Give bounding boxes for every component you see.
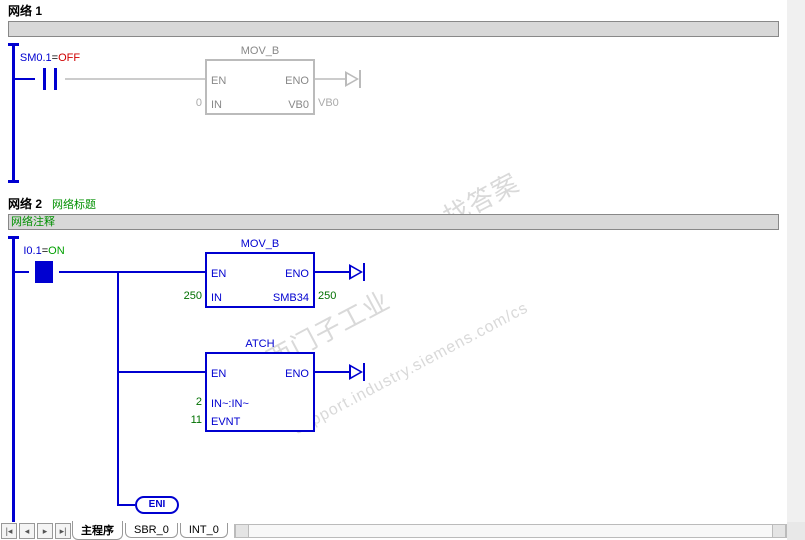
tab-int0[interactable]: INT_0 [180,523,228,538]
wire [315,371,349,373]
port-eno: ENO [285,268,309,280]
tab-nav-last[interactable]: ▸| [55,523,71,539]
scroll-corner [787,522,805,540]
contact-sm0.1[interactable]: SM0.1=OFF [35,68,65,90]
wire-off [65,78,205,80]
tab-nav-prev[interactable]: ◂ [19,523,35,539]
wire [117,504,135,506]
port-eno: ENO [285,368,309,380]
param-out: 250 [318,290,348,302]
block-mov-b[interactable]: MOV_B EN ENO IN VB0 [205,59,315,115]
port-en: EN [211,268,226,280]
port-eno: ENO [285,75,309,87]
param-out: VB0 [318,97,348,109]
port-in: IN [211,99,222,111]
ladder-editor[interactable]: 找答案 西门子工业 support.industry.siemens.com/c… [0,0,805,540]
tab-nav-next[interactable]: ▸ [37,523,53,539]
pou-tabs: |◂ ◂ ▸ ▸| 主程序 SBR_0 INT_0 [0,522,787,540]
vertical-scrollbar[interactable] [787,0,805,522]
port-en: EN [211,368,226,380]
wire [117,271,205,273]
left-rail [12,236,15,536]
arrow-stop [363,263,365,281]
arrow-stop [363,363,365,381]
port-out: VB0 [288,99,309,111]
wire [117,371,205,373]
port-int: IN~:IN~ [211,398,249,410]
network-comment[interactable]: 网络注释 [8,214,779,230]
port-out: SMB34 [273,292,309,304]
port-in: IN [211,292,222,304]
wire [59,271,119,273]
port-en: EN [211,75,226,87]
scroll-left-icon[interactable] [235,525,249,537]
arrow-stop [359,70,361,88]
param-evnt: 11 [184,414,202,426]
wire [15,271,29,273]
contact-i0.1[interactable]: I0.1=ON [29,261,59,283]
tab-main[interactable]: 主程序 [72,521,123,540]
arrow-icon [345,71,359,87]
network-title: 网络 1 [8,2,42,19]
network-subtitle[interactable]: 网络标题 [52,196,96,212]
wire [315,271,349,273]
block-atch[interactable]: ATCH EN ENO IN~:IN~ EVNT [205,352,315,432]
block-title: ATCH [245,338,274,350]
network-comment[interactable] [8,21,779,37]
wire [15,78,35,80]
arrow-icon [349,264,363,280]
param-in: 250 [174,290,202,302]
param-in: 0 [178,97,202,109]
block-title: MOV_B [241,238,280,250]
tab-sbr0[interactable]: SBR_0 [125,523,178,538]
network-1[interactable]: 网络 1 SM0.1=OFF MOV_B EN ENO IN VB0 0 VB [0,0,787,183]
horizontal-scrollbar[interactable] [234,524,787,538]
network-2[interactable]: 网络 2 网络标题 网络注释 I0.1=ON MOV_B EN [0,193,787,536]
block-mov-b[interactable]: MOV_B EN ENO IN SMB34 [205,252,315,308]
wire-off [315,78,345,80]
wire [117,271,119,506]
scroll-right-icon[interactable] [772,525,786,537]
param-int: 2 [184,396,202,408]
coil-eni[interactable]: ENI [135,496,179,514]
tab-nav-first[interactable]: |◂ [1,523,17,539]
network-title: 网络 2 [8,195,42,212]
left-rail [12,43,15,183]
port-evnt: EVNT [211,416,240,428]
block-title: MOV_B [241,45,280,57]
arrow-icon [349,364,363,380]
